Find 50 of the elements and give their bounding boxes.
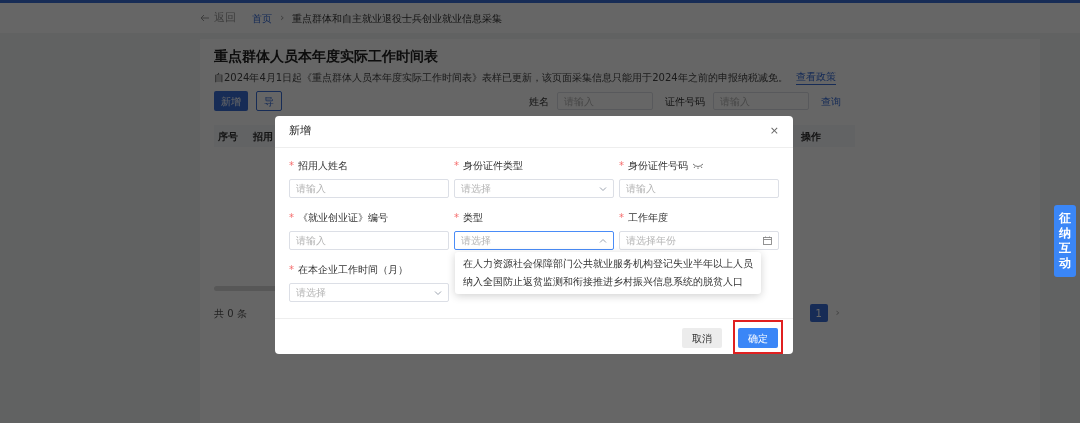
total-count: 共 0 条 bbox=[214, 306, 247, 321]
column-header: 序号 bbox=[218, 129, 239, 144]
required-mark: * bbox=[619, 160, 624, 171]
input-field[interactable]: 请输入 bbox=[289, 179, 449, 198]
field-label: 身份证件类型 bbox=[463, 159, 523, 173]
required-mark: * bbox=[454, 160, 459, 171]
breadcrumb-link[interactable]: 首页 bbox=[252, 10, 272, 26]
chevron-up-icon bbox=[599, 236, 607, 245]
field-label: 身份证件号码 bbox=[628, 159, 688, 173]
import-button[interactable]: 导 bbox=[256, 91, 282, 111]
back-arrow-icon bbox=[200, 14, 210, 22]
required-mark: * bbox=[454, 212, 459, 223]
required-mark: * bbox=[289, 264, 294, 275]
filter-label: 证件号码 bbox=[665, 94, 705, 109]
filter-label: 姓名 bbox=[529, 94, 549, 109]
input-field[interactable]: 请输入 bbox=[289, 231, 449, 250]
dropdown-option[interactable]: 纳入全国防止返贫监测和衔接推进乡村振兴信息系统的脱贫人口 bbox=[455, 273, 761, 291]
field-label: 《就业创业证》编号 bbox=[298, 211, 388, 225]
breadcrumb-current: 重点群体和自主就业退役士兵创业就业信息采集 bbox=[292, 11, 503, 26]
select-field[interactable]: 请选择 bbox=[454, 231, 614, 250]
next-page-button[interactable]: › bbox=[835, 304, 840, 322]
eye-closed-icon bbox=[692, 162, 704, 169]
breadcrumb-separator: › bbox=[280, 9, 285, 26]
chevron-down-icon bbox=[599, 184, 607, 193]
page-button[interactable]: 1 bbox=[809, 304, 828, 322]
field-label: 工作年度 bbox=[628, 211, 668, 225]
dialog-title: 新增 bbox=[289, 123, 311, 140]
policy-link[interactable]: 查看政策 bbox=[795, 69, 836, 85]
field-label: 类型 bbox=[463, 211, 483, 225]
input-field[interactable]: 请输入 bbox=[619, 179, 779, 198]
date-field[interactable]: 请选择年份 bbox=[619, 231, 779, 250]
cancel-button[interactable]: 取消 bbox=[682, 328, 722, 348]
required-mark: * bbox=[289, 160, 294, 171]
calendar-icon bbox=[763, 236, 772, 245]
add-button[interactable]: 新增 bbox=[214, 91, 248, 111]
field-label: 招用人姓名 bbox=[298, 159, 348, 173]
required-mark: * bbox=[619, 212, 624, 223]
search-link[interactable]: 查询 bbox=[821, 93, 841, 109]
column-header: 操作 bbox=[801, 129, 821, 144]
side-tab[interactable]: 征纳互动 bbox=[1054, 205, 1076, 277]
field-label: 在本企业工作时间（月） bbox=[298, 263, 408, 277]
column-header: 招用 bbox=[253, 129, 273, 144]
required-mark: * bbox=[289, 212, 294, 223]
confirm-button[interactable]: 确定 bbox=[738, 328, 778, 348]
close-button[interactable]: × bbox=[769, 123, 779, 140]
dropdown-option[interactable]: 在人力资源社会保障部门公共就业服务机构登记失业半年以上人员 bbox=[455, 255, 761, 273]
page-title: 重点群体人员本年度实际工作时间表 bbox=[214, 47, 439, 65]
select-field[interactable]: 请选择 bbox=[289, 283, 449, 302]
select-field[interactable]: 请选择 bbox=[454, 179, 614, 198]
chevron-down-icon bbox=[434, 288, 442, 297]
